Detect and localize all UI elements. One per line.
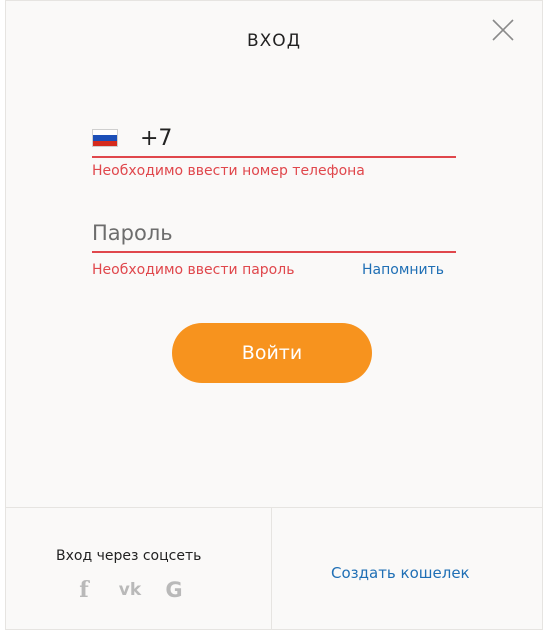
google-icon[interactable]: G bbox=[162, 578, 186, 602]
phone-error: Необходимо ввести номер телефона bbox=[92, 163, 365, 179]
password-error: Необходимо ввести пароль bbox=[92, 262, 295, 278]
facebook-icon[interactable]: f bbox=[74, 578, 94, 602]
remind-password-link[interactable]: Напомнить bbox=[362, 262, 444, 278]
social-login-title: Вход через соцсеть bbox=[56, 548, 202, 564]
social-icons: f vk G bbox=[74, 578, 214, 602]
login-button[interactable]: Войти bbox=[172, 323, 372, 383]
close-icon[interactable] bbox=[490, 17, 516, 43]
dialog-title: ВХОД bbox=[247, 31, 301, 51]
footer-divider bbox=[271, 508, 272, 629]
password-underline bbox=[92, 251, 456, 253]
phone-underline bbox=[92, 156, 456, 158]
phone-field[interactable] bbox=[92, 121, 456, 157]
password-input[interactable] bbox=[92, 215, 456, 251]
create-wallet-link[interactable]: Создать кошелек bbox=[331, 564, 470, 582]
russia-flag-icon[interactable] bbox=[92, 129, 118, 147]
vk-icon[interactable]: vk bbox=[114, 578, 146, 602]
login-dialog: ВХОД Необходимо ввести номер телефона Не… bbox=[5, 0, 543, 630]
dialog-footer: Вход через соцсеть f vk G Создать кошеле… bbox=[6, 507, 542, 629]
phone-input[interactable] bbox=[140, 121, 440, 155]
